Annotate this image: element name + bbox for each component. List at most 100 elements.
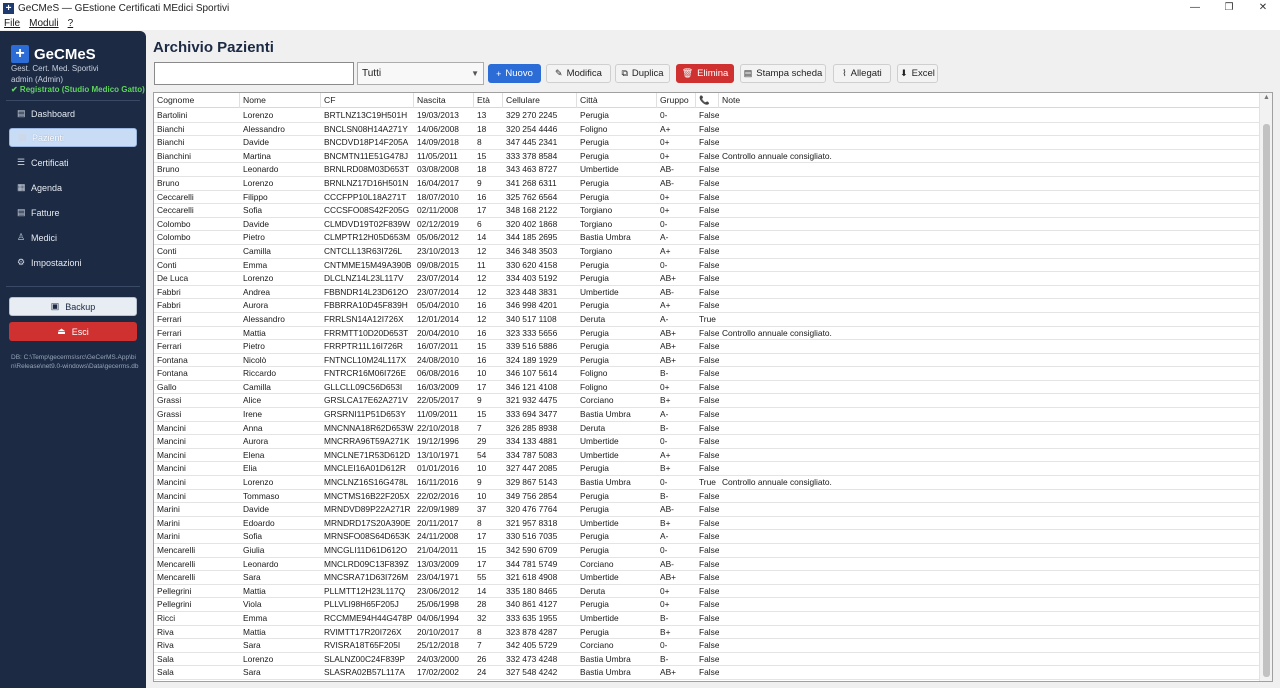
table-row[interactable]: Gallo Camilla GLLCLL09C56D653I 16/03/2009 17… bbox=[154, 381, 1260, 395]
cell-cf: MNCLNE71R53D612D bbox=[324, 449, 411, 460]
cell-gruppo: B+ bbox=[660, 517, 671, 528]
column-header-gruppo[interactable]: Gruppo bbox=[657, 93, 696, 108]
exit-button[interactable]: ⏏ Esci bbox=[9, 322, 137, 341]
column-header-nascita[interactable]: Nascita bbox=[414, 93, 474, 108]
table-row[interactable]: Grassi Irene GRSRNI11P51D653Y 11/09/2011 15 3… bbox=[154, 408, 1260, 422]
table-row[interactable]: Ceccarelli Sofia CCCSFO08S42F205G 02/11/200… bbox=[154, 204, 1260, 218]
table-row[interactable]: Bartolini Lorenzo BRTLNZ13C19H501H 19/03/20… bbox=[154, 109, 1260, 123]
duplicate-button[interactable]: ⧉ Duplica bbox=[615, 64, 670, 83]
cell-note bbox=[719, 286, 1260, 299]
table-row[interactable]: Mancini Tommaso MNCTMS16B22F205X 22/02/2016… bbox=[154, 490, 1260, 504]
cell-cf: PLLVLI98H65F205J bbox=[324, 599, 399, 610]
table-row[interactable]: Mancini Anna MNCNNA18R62D653W 22/10/2018 7 32… bbox=[154, 422, 1260, 436]
cell-note bbox=[719, 394, 1260, 407]
table-row[interactable]: Bruno Lorenzo BRNLNZ17D16H501N 16/04/2017 9 3… bbox=[154, 177, 1260, 191]
table-row[interactable]: Colombo Davide CLMDVD19T02F839W 02/12/2019 6… bbox=[154, 218, 1260, 232]
menu-help[interactable]: ? bbox=[68, 18, 74, 29]
column-header-cellulare[interactable]: Cellulare bbox=[503, 93, 577, 108]
scrollbar-thumb[interactable] bbox=[1263, 124, 1270, 677]
column-header-eta[interactable]: Età bbox=[474, 93, 503, 108]
cell-nome: Alessandro bbox=[243, 313, 285, 324]
table-row[interactable]: Ceccarelli Filippo CCCFPP10L18A271T 18/07/2… bbox=[154, 191, 1260, 205]
delete-button[interactable]: 🗑 Elimina bbox=[676, 64, 734, 83]
sidebar-item-medici[interactable]: ♙ Medici bbox=[9, 228, 137, 247]
table-row[interactable]: Conti Emma CNTMME15M49A390B 09/08/2015 11 330… bbox=[154, 259, 1260, 273]
sidebar-item-agenda[interactable]: ▦ Agenda bbox=[9, 178, 137, 197]
table-row[interactable]: Marini Sofia MRNSFO08S64D653K 24/11/2008 17 3… bbox=[154, 530, 1260, 544]
vertical-scrollbar[interactable]: ▲ bbox=[1259, 93, 1272, 681]
table-row[interactable]: Marini Davide MRNDVD89P22A271R 22/09/1989 37… bbox=[154, 503, 1260, 517]
column-header-cf[interactable]: CF bbox=[321, 93, 414, 108]
cell-cognome: Bruno bbox=[157, 164, 180, 175]
table-row[interactable]: Ferrari Mattia FRRMTT10D20D653T 20/04/2010 1… bbox=[154, 327, 1260, 341]
table-row[interactable]: Marini Edoardo MRNDRD17S20A390E 20/11/2017 8… bbox=[154, 517, 1260, 531]
close-icon[interactable]: ✕ bbox=[1246, 0, 1280, 16]
column-header-nome[interactable]: Nome bbox=[240, 93, 321, 108]
cell-eta: 8 bbox=[477, 517, 482, 528]
menu-file[interactable]: File bbox=[4, 18, 20, 29]
sidebar-item-fatture[interactable]: ▤ Fatture bbox=[9, 203, 137, 222]
cell-cognome: Ferrari bbox=[157, 341, 182, 352]
cell-nome: Lorenzo bbox=[243, 273, 274, 284]
search-input[interactable] bbox=[154, 62, 354, 85]
cell-cellulare: 348 168 2122 bbox=[506, 205, 558, 216]
filter-select[interactable]: Tutti ▼ bbox=[357, 62, 484, 85]
table-row[interactable]: Bruno Leonardo BRNLRD08M03D653T 03/08/2008 1… bbox=[154, 163, 1260, 177]
column-header-note[interactable]: Note bbox=[719, 93, 1260, 108]
new-button[interactable]: + Nuovo bbox=[488, 64, 541, 83]
cell-nascita: 23/06/2012 bbox=[417, 585, 459, 596]
table-row[interactable]: Mancini Lorenzo MNCLNZ16S16G478L 16/11/2016… bbox=[154, 476, 1260, 490]
table-row[interactable]: Fabbri Andrea FBBNDR14L23D612O 23/07/2014 12… bbox=[154, 286, 1260, 300]
table-row[interactable]: Bianchi Alessandro BNCLSN08H14A271Y 14/06/2… bbox=[154, 123, 1260, 137]
sidebar-item-pazienti[interactable]: ▦ Pazienti bbox=[9, 128, 137, 147]
sidebar-item-dashboard[interactable]: ▤ Dashboard bbox=[9, 104, 137, 123]
cell-nascita: 02/12/2019 bbox=[417, 218, 459, 229]
table-row[interactable]: Riva Sara RVISRA18T65F205I 25/12/2018 7 342 4… bbox=[154, 639, 1260, 653]
backup-button[interactable]: ▣ Backup bbox=[9, 297, 137, 316]
cell-nascita: 23/04/1971 bbox=[417, 572, 459, 583]
cell-note bbox=[719, 354, 1260, 367]
table-row[interactable]: Colombo Pietro CLMPTR12H05D653M 05/06/2012 1… bbox=[154, 231, 1260, 245]
table-row[interactable]: Ferrari Pietro FRRPTR11L16I726R 16/07/2011 1… bbox=[154, 340, 1260, 354]
table-row[interactable]: De Luca Lorenzo DLCLNZ14L23L117V 23/07/2014… bbox=[154, 272, 1260, 286]
attachments-button[interactable]: ⌇ Allegati bbox=[833, 64, 891, 83]
table-row[interactable]: Fontana Riccardo FNTRCR16M06I726E 06/08/201… bbox=[154, 367, 1260, 381]
table-row[interactable]: Mancini Aurora MNCRRA96T59A271K 19/12/1996 2… bbox=[154, 435, 1260, 449]
phone-icon[interactable]: 📞 bbox=[696, 93, 719, 108]
cell-nome: Elia bbox=[243, 463, 257, 474]
attachments-label: Allegati bbox=[850, 68, 882, 79]
table-row[interactable]: Mencarelli Leonardo MNCLRD09C13F839Z 13/03/… bbox=[154, 558, 1260, 572]
edit-button[interactable]: ✎ Modifica bbox=[546, 64, 611, 83]
excel-button[interactable]: ⬇ Excel bbox=[897, 64, 938, 83]
sidebar-item-impostazioni[interactable]: ⚙ Impostazioni bbox=[9, 253, 137, 272]
column-header-citta[interactable]: Città bbox=[577, 93, 657, 108]
table-row[interactable]: Sala Lorenzo SLALNZ00C24F839P 24/03/2000 26 3… bbox=[154, 653, 1260, 667]
minimize-icon[interactable]: — bbox=[1178, 0, 1212, 16]
cell-gruppo: 0+ bbox=[660, 381, 670, 392]
table-row[interactable]: Mencarelli Sara MNCSRA71D63I726M 23/04/1971… bbox=[154, 571, 1260, 585]
table-row[interactable]: Riva Mattia RVIMTT17R20I726X 20/10/2017 8 323… bbox=[154, 626, 1260, 640]
table-row[interactable]: Mancini Elia MNCLEI16A01D612R 01/01/2016 10 3… bbox=[154, 462, 1260, 477]
table-row[interactable]: Ferrari Alessandro FRRLSN14A12I726X 12/01/2… bbox=[154, 313, 1260, 327]
table-row[interactable]: Pellegrini Mattia PLLMTT12H23L117Q 23/06/20… bbox=[154, 585, 1260, 599]
menu-moduli[interactable]: Moduli bbox=[29, 18, 58, 29]
table-row[interactable]: Ricci Emma RCCMME94H44G478P 04/06/1994 32 333… bbox=[154, 612, 1260, 626]
column-header-cognome[interactable]: Cognome bbox=[154, 93, 240, 108]
table-row[interactable]: Bianchi Davide BNCDVD18P14F205A 14/09/2018 8… bbox=[154, 136, 1260, 150]
sidebar-item-certificati[interactable]: ☰ Certificati bbox=[9, 153, 137, 172]
print-button[interactable]: ▤ Stampa scheda bbox=[740, 64, 826, 83]
table-row[interactable]: Mencarelli Giulia MNCGLI11D61D612O 21/04/20… bbox=[154, 544, 1260, 558]
cell-note bbox=[719, 558, 1260, 571]
scroll-up-icon[interactable]: ▲ bbox=[1263, 94, 1270, 101]
table-row[interactable]: Grassi Alice GRSLCA17E62A271V 22/05/2017 9 32… bbox=[154, 394, 1260, 409]
table-row[interactable]: Conti Camilla CNTCLL13R63I726L 23/10/2013 12… bbox=[154, 245, 1260, 259]
table-row[interactable]: Fabbri Aurora FBBRRA10D45F839H 05/04/2010 16… bbox=[154, 299, 1260, 313]
table-row[interactable]: Fontana Nicolò FNTNCL10M24L117X 24/08/2010 1… bbox=[154, 354, 1260, 368]
table-row[interactable]: Sala Sara SLASRA02B57L117A 17/02/2002 24 327 … bbox=[154, 666, 1260, 680]
table-row[interactable]: Mancini Elena MNCLNE71R53D612D 13/10/1971 54… bbox=[154, 449, 1260, 463]
cell-nascita: 13/10/1971 bbox=[417, 449, 459, 460]
maximize-icon[interactable]: ❐ bbox=[1212, 0, 1246, 16]
sidebar-item-label: Dashboard bbox=[31, 108, 76, 119]
table-row[interactable]: Pellegrini Viola PLLVLI98H65F205J 25/06/199… bbox=[154, 598, 1260, 612]
table-row[interactable]: Bianchini Martina BNCMTN11E51G478J 11/05/20… bbox=[154, 150, 1260, 164]
